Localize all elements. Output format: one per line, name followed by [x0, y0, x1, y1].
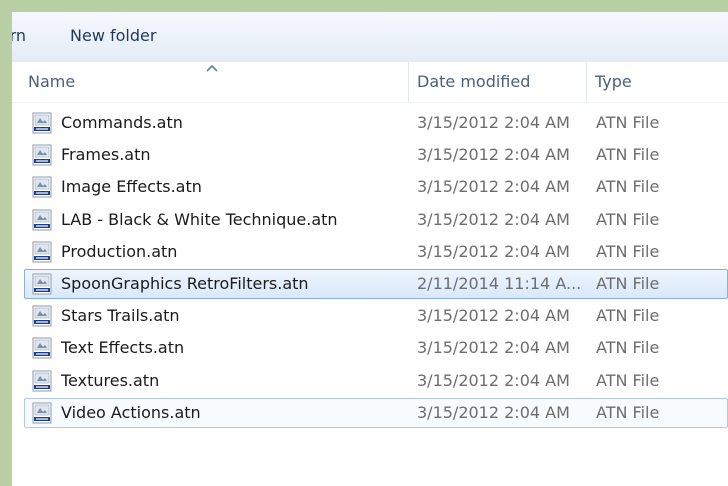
atn-file-icon — [32, 402, 52, 424]
name-column-header[interactable]: Name — [12, 62, 408, 102]
file-type: ATN File — [596, 177, 660, 196]
column-header-bar: Name Date modified Type — [12, 62, 728, 103]
file-type: ATN File — [596, 371, 660, 390]
file-row[interactable]: Production.atn 3/15/2012 2:04 AM ATN Fil… — [24, 237, 728, 267]
file-row[interactable]: Frames.atn 3/15/2012 2:04 AM ATN File — [24, 140, 728, 170]
file-date-modified: 3/15/2012 2:04 AM — [417, 177, 570, 196]
file-date-modified: 3/15/2012 2:04 AM — [417, 306, 570, 325]
file-type: ATN File — [596, 306, 660, 325]
file-name: Commands.atn — [61, 113, 183, 132]
file-row[interactable]: Image Effects.atn 3/15/2012 2:04 AM ATN … — [24, 172, 728, 202]
cut-off-toolbar-button[interactable]: rn — [12, 26, 26, 45]
date-modified-column-header[interactable]: Date modified — [408, 62, 586, 102]
file-row[interactable]: Commands.atn 3/15/2012 2:04 AM ATN File — [24, 108, 728, 138]
file-type: ATN File — [596, 210, 660, 229]
atn-file-icon — [32, 176, 52, 198]
explorer-window: rn New folder Name Date modified Type Co… — [12, 12, 728, 486]
file-row[interactable]: LAB - Black & White Technique.atn 3/15/2… — [24, 205, 728, 235]
command-bar: rn New folder — [12, 12, 728, 63]
new-folder-button[interactable]: New folder — [70, 26, 156, 45]
file-date-modified: 3/15/2012 2:04 AM — [417, 403, 570, 422]
file-date-modified: 3/15/2012 2:04 AM — [417, 113, 570, 132]
atn-file-icon — [32, 305, 52, 327]
atn-file-icon — [32, 144, 52, 166]
file-type: ATN File — [596, 113, 660, 132]
file-type: ATN File — [596, 274, 660, 293]
atn-file-icon — [32, 209, 52, 231]
file-date-modified: 3/15/2012 2:04 AM — [417, 338, 570, 357]
file-name: Text Effects.atn — [61, 338, 185, 357]
atn-file-icon — [32, 241, 52, 263]
name-column-label: Name — [28, 72, 76, 91]
file-row[interactable]: Video Actions.atn 3/15/2012 2:04 AM ATN … — [24, 398, 728, 428]
date-modified-column-label: Date modified — [417, 72, 531, 91]
file-row[interactable]: Text Effects.atn 3/15/2012 2:04 AM ATN F… — [24, 333, 728, 363]
file-name: Production.atn — [61, 242, 178, 261]
file-name: LAB - Black & White Technique.atn — [61, 210, 338, 229]
atn-file-icon — [32, 273, 52, 295]
file-date-modified: 3/15/2012 2:04 AM — [417, 242, 570, 261]
sort-ascending-icon — [206, 64, 218, 72]
type-column-label: Type — [595, 72, 632, 91]
file-type: ATN File — [596, 242, 660, 261]
file-name: Stars Trails.atn — [61, 306, 180, 325]
file-name: Video Actions.atn — [61, 403, 201, 422]
atn-file-icon — [32, 337, 52, 359]
file-date-modified: 3/15/2012 2:04 AM — [417, 210, 570, 229]
file-name: Image Effects.atn — [61, 177, 202, 196]
type-column-header[interactable]: Type — [586, 62, 728, 102]
file-name: SpoonGraphics RetroFilters.atn — [61, 274, 309, 293]
file-date-modified: 2/11/2014 11:14 A... — [417, 274, 581, 293]
file-name: Textures.atn — [61, 371, 160, 390]
file-row[interactable]: Textures.atn 3/15/2012 2:04 AM ATN File — [24, 366, 728, 396]
file-type: ATN File — [596, 145, 660, 164]
atn-file-icon — [32, 112, 52, 134]
file-type: ATN File — [596, 403, 660, 422]
file-date-modified: 3/15/2012 2:04 AM — [417, 371, 570, 390]
file-type: ATN File — [596, 338, 660, 357]
atn-file-icon — [32, 370, 52, 392]
file-name: Frames.atn — [61, 145, 151, 164]
file-row[interactable]: Stars Trails.atn 3/15/2012 2:04 AM ATN F… — [24, 301, 728, 331]
file-row[interactable]: SpoonGraphics RetroFilters.atn 2/11/2014… — [24, 269, 728, 299]
file-date-modified: 3/15/2012 2:04 AM — [417, 145, 570, 164]
